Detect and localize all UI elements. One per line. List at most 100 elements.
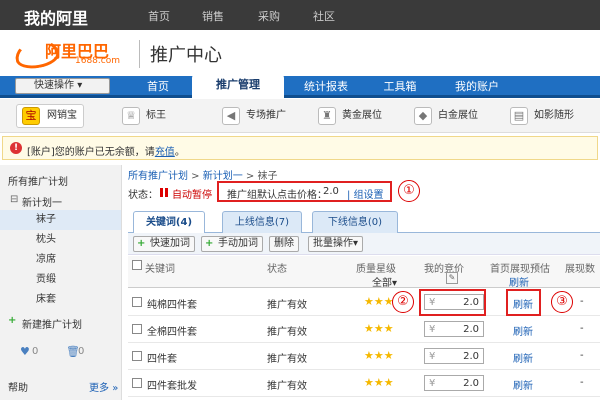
brand-domain: 1688.com	[75, 56, 120, 66]
tab-online-info[interactable]: 上线信息(7)	[222, 211, 302, 233]
recharge-link[interactable]: 充值	[155, 147, 175, 158]
topnav-home[interactable]: 首页	[148, 8, 170, 24]
delete-button[interactable]: 删除	[269, 236, 299, 252]
more-label: 更多	[89, 383, 109, 394]
tab-toolbox[interactable]: 工具箱	[368, 76, 432, 98]
more-link[interactable]: 更多 »	[89, 379, 118, 394]
new-plan-link[interactable]: 新建推广计划	[22, 316, 82, 331]
quick-ops-dropdown[interactable]: 快速操作 ▾	[15, 78, 110, 94]
bid-value: 2.0	[463, 378, 479, 389]
document-icon: ▤	[510, 107, 528, 125]
row-checkbox[interactable]	[132, 378, 142, 388]
heart-icon[interactable]: ♥	[20, 345, 30, 358]
trash-count: 0	[78, 346, 85, 357]
row-keyword: 四件套批发	[147, 381, 197, 392]
row-keyword: 纯棉四件套	[147, 300, 197, 311]
plus-icon: +	[8, 315, 17, 326]
sidebar-item-mat[interactable]: 凉席	[0, 250, 121, 270]
subnav-shadow-follow[interactable]: ▤ 如影随形	[510, 107, 574, 127]
select-all-checkbox[interactable]	[132, 260, 142, 270]
sidebar-item-bedcover[interactable]: 床套	[0, 290, 121, 310]
table-row: 全棉四件套 推广有效 ★★★ ¥2.0 刷新 -	[128, 316, 600, 343]
subnav-biaowang[interactable]: ♕ 标王	[122, 107, 166, 127]
tab-reports[interactable]: 统计报表	[290, 76, 362, 98]
alibaba-brand-logo[interactable]: 阿里巴巴 1688.com	[12, 36, 140, 72]
estimate-refresh-all[interactable]: 刷新	[509, 274, 529, 289]
currency-symbol: ¥	[429, 378, 436, 389]
quality-stars: ★★★	[364, 376, 394, 389]
bid-value: 2.0	[463, 324, 479, 335]
row-checkbox[interactable]	[132, 324, 142, 334]
alert-suffix: 。	[174, 147, 185, 158]
col-impressions: 展现数	[565, 264, 595, 275]
refresh-estimate-link[interactable]: 刷新	[513, 350, 533, 365]
quick-add-button[interactable]: + 快速加词	[133, 236, 195, 252]
top-nav-bar: 我的阿里 首页 销售 采购 社区	[0, 0, 600, 30]
collapse-icon[interactable]: ⊟	[10, 194, 18, 205]
annotation-3: ③	[551, 291, 573, 313]
brand-divider	[139, 40, 140, 68]
sidebar-item-satin[interactable]: 贡缎	[0, 270, 121, 290]
sidebar-item-socks[interactable]: 袜子	[0, 210, 121, 230]
default-price-value: 2.0	[323, 186, 339, 197]
plan-sidebar: 所有推广计划 ⊟ 新计划一 袜子 枕头 凉席 贡缎 床套 + 新建推广计划 ♥ …	[0, 165, 122, 400]
alert-message: [账户]您的账户已无余额，请	[27, 147, 155, 158]
tab-promo-management[interactable]: 推广管理	[192, 74, 284, 99]
status-label: 状态：	[128, 190, 158, 201]
gavel-icon[interactable]: ✎	[446, 272, 458, 284]
bid-input[interactable]: ¥2.0	[424, 321, 484, 337]
quality-stars: ★★★	[364, 295, 394, 308]
row-checkbox[interactable]	[132, 351, 142, 361]
batch-ops-label: 批量操作	[313, 238, 353, 249]
my-alibaba-logo[interactable]: 我的阿里	[24, 5, 88, 29]
subnav-label: 白金展位	[438, 110, 478, 121]
tab-keywords[interactable]: 关键词(4)	[133, 211, 205, 234]
heart-count: 0	[32, 346, 39, 357]
bid-input[interactable]: ¥2.0	[424, 375, 484, 391]
topnav-community[interactable]: 社区	[313, 8, 335, 24]
subnav-platinum-booth[interactable]: ◆ 白金展位	[414, 107, 478, 127]
topnav-purchase[interactable]: 采购	[258, 8, 280, 24]
megaphone-icon: ◀	[222, 107, 240, 125]
subnav-label: 标王	[146, 110, 166, 121]
batch-ops-dropdown[interactable]: 批量操作▾	[308, 236, 364, 252]
trophy-icon: ♜	[318, 107, 336, 125]
double-arrow-icon: »	[112, 383, 119, 394]
bid-input[interactable]: ¥2.0	[424, 348, 484, 364]
sidebar-item-pillow[interactable]: 枕头	[0, 230, 121, 250]
row-checkbox[interactable]	[132, 297, 142, 307]
default-price-box: 推广组默认点击价格： 2.0 | 组设置	[217, 181, 392, 202]
manual-add-label: 手动加词	[218, 238, 258, 249]
manual-add-button[interactable]: + 手动加词	[201, 236, 263, 252]
alert-text: [账户]您的账户已无余额，请充值。	[27, 143, 185, 158]
sidebar-all-plans[interactable]: 所有推广计划	[8, 173, 68, 188]
tab-offline-info[interactable]: 下线信息(0)	[312, 211, 398, 233]
diamond-icon: ◆	[414, 107, 432, 125]
refresh-estimate-link[interactable]: 刷新	[513, 377, 533, 392]
subnav-gold-booth[interactable]: ♜ 黄金展位	[318, 107, 382, 127]
tab-my-account[interactable]: 我的账户	[440, 76, 514, 98]
quality-filter-dropdown[interactable]: 全部▾	[372, 274, 397, 289]
row-status: 推广有效	[267, 354, 307, 365]
breadcrumb-all-plans[interactable]: 所有推广计划	[128, 171, 188, 182]
subnav-special-promo[interactable]: ◀ 专场推广	[222, 107, 286, 127]
subnav-wangxiaobao[interactable]: 宝 网销宝	[16, 104, 84, 128]
topnav-sales[interactable]: 销售	[202, 8, 224, 24]
col-status: 状态	[267, 264, 287, 275]
col-keyword: 关键词	[145, 264, 175, 275]
quality-filter-label: 全部	[372, 278, 392, 289]
bid-highlight-box	[419, 289, 486, 316]
sidebar-plan-new1[interactable]: 新计划一	[22, 194, 62, 209]
default-price-label: 推广组默认点击价格：	[227, 190, 327, 201]
alert-icon: !	[10, 142, 22, 154]
keyword-toolbar: + 快速加词 + 手动加词 删除 批量操作▾	[128, 233, 600, 255]
keyword-tabs: 关键词(4) 上线信息(7) 下线信息(0)	[128, 209, 600, 234]
quality-stars: ★★★	[364, 349, 394, 362]
annotation-2: ②	[392, 291, 414, 313]
tab-home[interactable]: 首页	[130, 76, 186, 98]
group-settings-link[interactable]: | 组设置	[347, 186, 384, 201]
keyword-table-header: 关键词 状态 质量星级 全部▾ 我的竞价 ✎ 首页展现预估 刷新 展现数	[128, 256, 600, 289]
refresh-estimate-link[interactable]: 刷新	[513, 323, 533, 338]
caret-down-icon: ▾	[353, 238, 359, 249]
row-keyword: 四件套	[147, 354, 177, 365]
